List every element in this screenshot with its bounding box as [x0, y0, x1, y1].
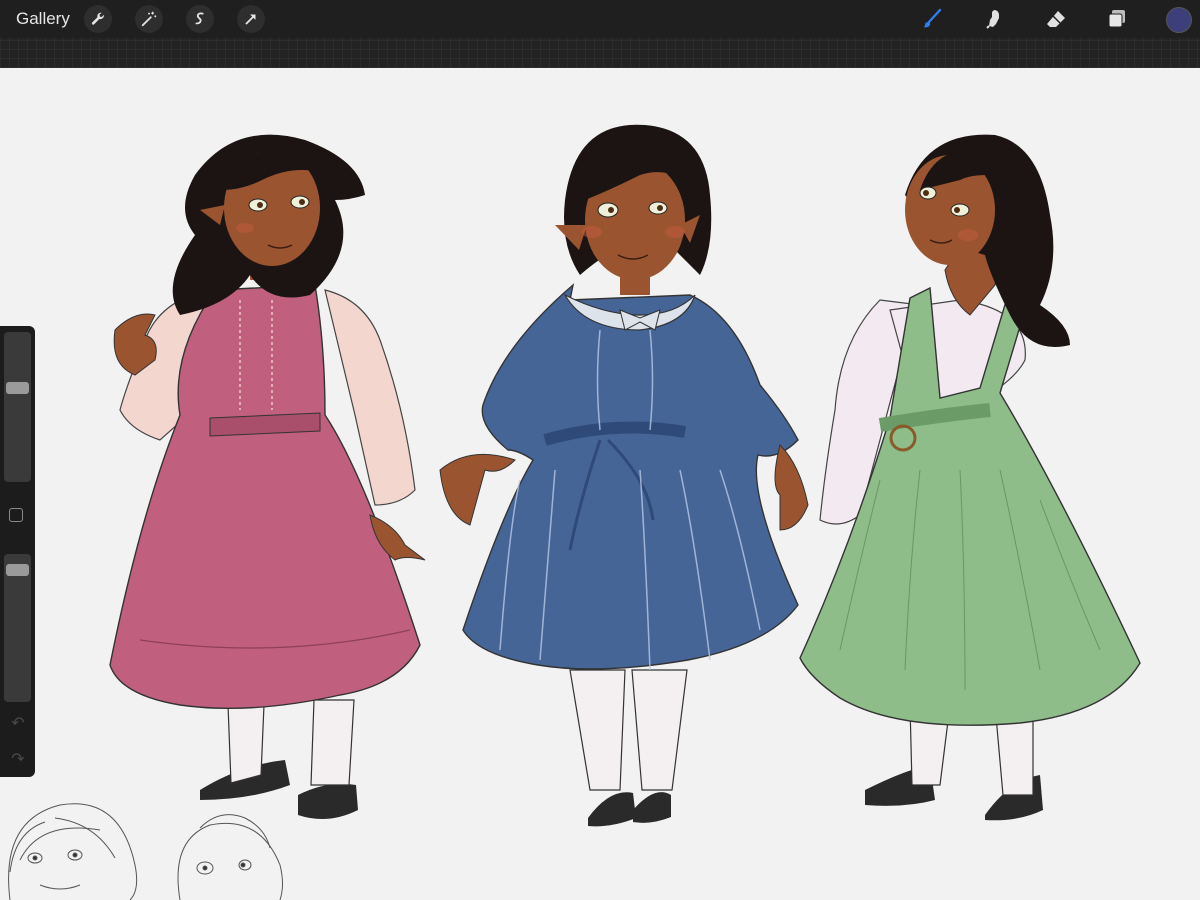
modify-button[interactable] [9, 508, 23, 522]
brush-size-slider[interactable] [4, 332, 31, 482]
eraser-icon[interactable] [1042, 5, 1070, 33]
top-toolbar: Gallery [0, 0, 1200, 38]
gallery-button[interactable]: Gallery [16, 9, 70, 29]
wrench-icon[interactable] [84, 5, 112, 33]
magic-wand-icon[interactable] [135, 5, 163, 33]
opacity-slider[interactable] [4, 554, 31, 702]
left-sidebar: ↶ ↷ [0, 326, 35, 777]
drawing-canvas[interactable] [0, 68, 1200, 900]
brush-icon[interactable] [918, 5, 946, 33]
redo-icon[interactable]: ↷ [9, 749, 27, 769]
undo-icon[interactable]: ↶ [9, 713, 27, 733]
transform-arrow-icon[interactable] [237, 5, 265, 33]
layers-icon[interactable] [1103, 5, 1131, 33]
pink-dress-figure [109, 134, 426, 819]
sketch-head-right [177, 814, 283, 900]
brush-size-thumb[interactable] [6, 381, 29, 394]
artwork [8, 124, 1141, 900]
green-dress-figure [799, 134, 1141, 821]
smudge-icon[interactable] [980, 5, 1008, 33]
selection-icon[interactable] [186, 5, 214, 33]
blue-dress-figure [439, 124, 809, 827]
toolbar-strip [0, 38, 1200, 68]
sketch-head-left [8, 803, 138, 900]
color-swatch[interactable] [1166, 7, 1192, 33]
opacity-thumb[interactable] [6, 564, 29, 577]
